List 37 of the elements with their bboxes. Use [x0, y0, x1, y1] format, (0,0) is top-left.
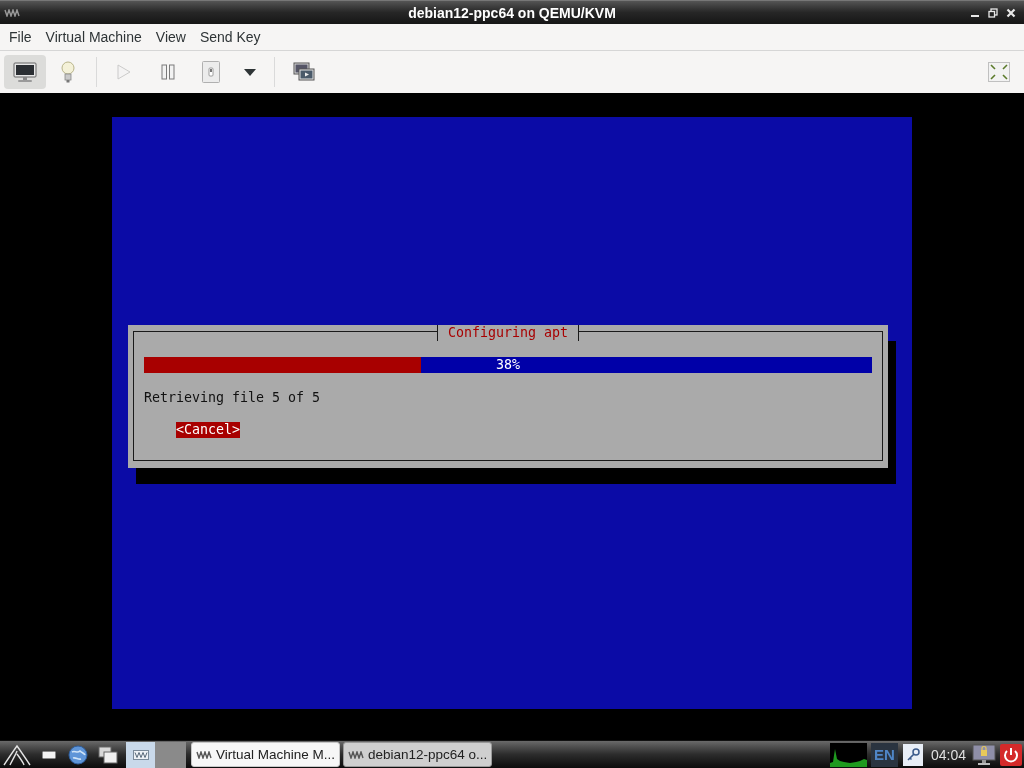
globe-icon[interactable] — [68, 744, 88, 765]
fullscreen-button[interactable] — [986, 59, 1012, 85]
play-icon — [117, 64, 131, 80]
cpu-graph-drawing — [830, 742, 868, 767]
launcher-handle — [155, 741, 186, 768]
app-logo-icon — [348, 750, 364, 759]
menu-item[interactable]: View — [150, 27, 191, 47]
menu-item[interactable]: Virtual Machine — [40, 27, 147, 47]
status-message: Retrieving file 5 of 5 — [144, 390, 322, 406]
menu-item[interactable]: Send Key — [194, 27, 266, 47]
caret-icon — [244, 68, 256, 76]
fullscreen-icon — [988, 62, 1010, 82]
window-title: debian12-ppc64 on QEMU/KVM — [408, 3, 616, 22]
vm-launcher-icon[interactable] — [126, 741, 155, 768]
monitor-icon — [13, 62, 37, 82]
show-desktop-icon[interactable] — [42, 750, 56, 759]
app-logo-icon — [4, 8, 20, 17]
power-icon[interactable] — [1000, 743, 1022, 766]
windows-icon[interactable] — [98, 745, 118, 764]
menu-item[interactable]: File — [4, 27, 37, 47]
start-menu-icon[interactable] — [2, 743, 32, 766]
taskbar-task[interactable]: Virtual Machine M... — [191, 742, 340, 767]
dialog-title: Configuring apt — [436, 325, 580, 341]
monitors-icon — [293, 62, 315, 82]
power-switch-icon — [202, 61, 220, 83]
restore-icon[interactable] — [988, 7, 998, 18]
close-icon[interactable] — [1006, 7, 1016, 18]
network-key-icon[interactable] — [902, 743, 923, 766]
clock[interactable]: 04:04 — [930, 744, 966, 765]
progress-reading: 38% — [496, 357, 520, 373]
cancel-button[interactable]: <Cancel> — [176, 422, 241, 438]
pause-icon — [161, 64, 175, 80]
taskbar-task[interactable]: debian12-ppc64 o... — [343, 742, 492, 767]
lightbulb-icon — [61, 61, 75, 83]
console-button[interactable] — [4, 55, 46, 89]
monitor-lock-icon[interactable] — [972, 743, 996, 766]
app-logo-icon — [196, 750, 212, 759]
